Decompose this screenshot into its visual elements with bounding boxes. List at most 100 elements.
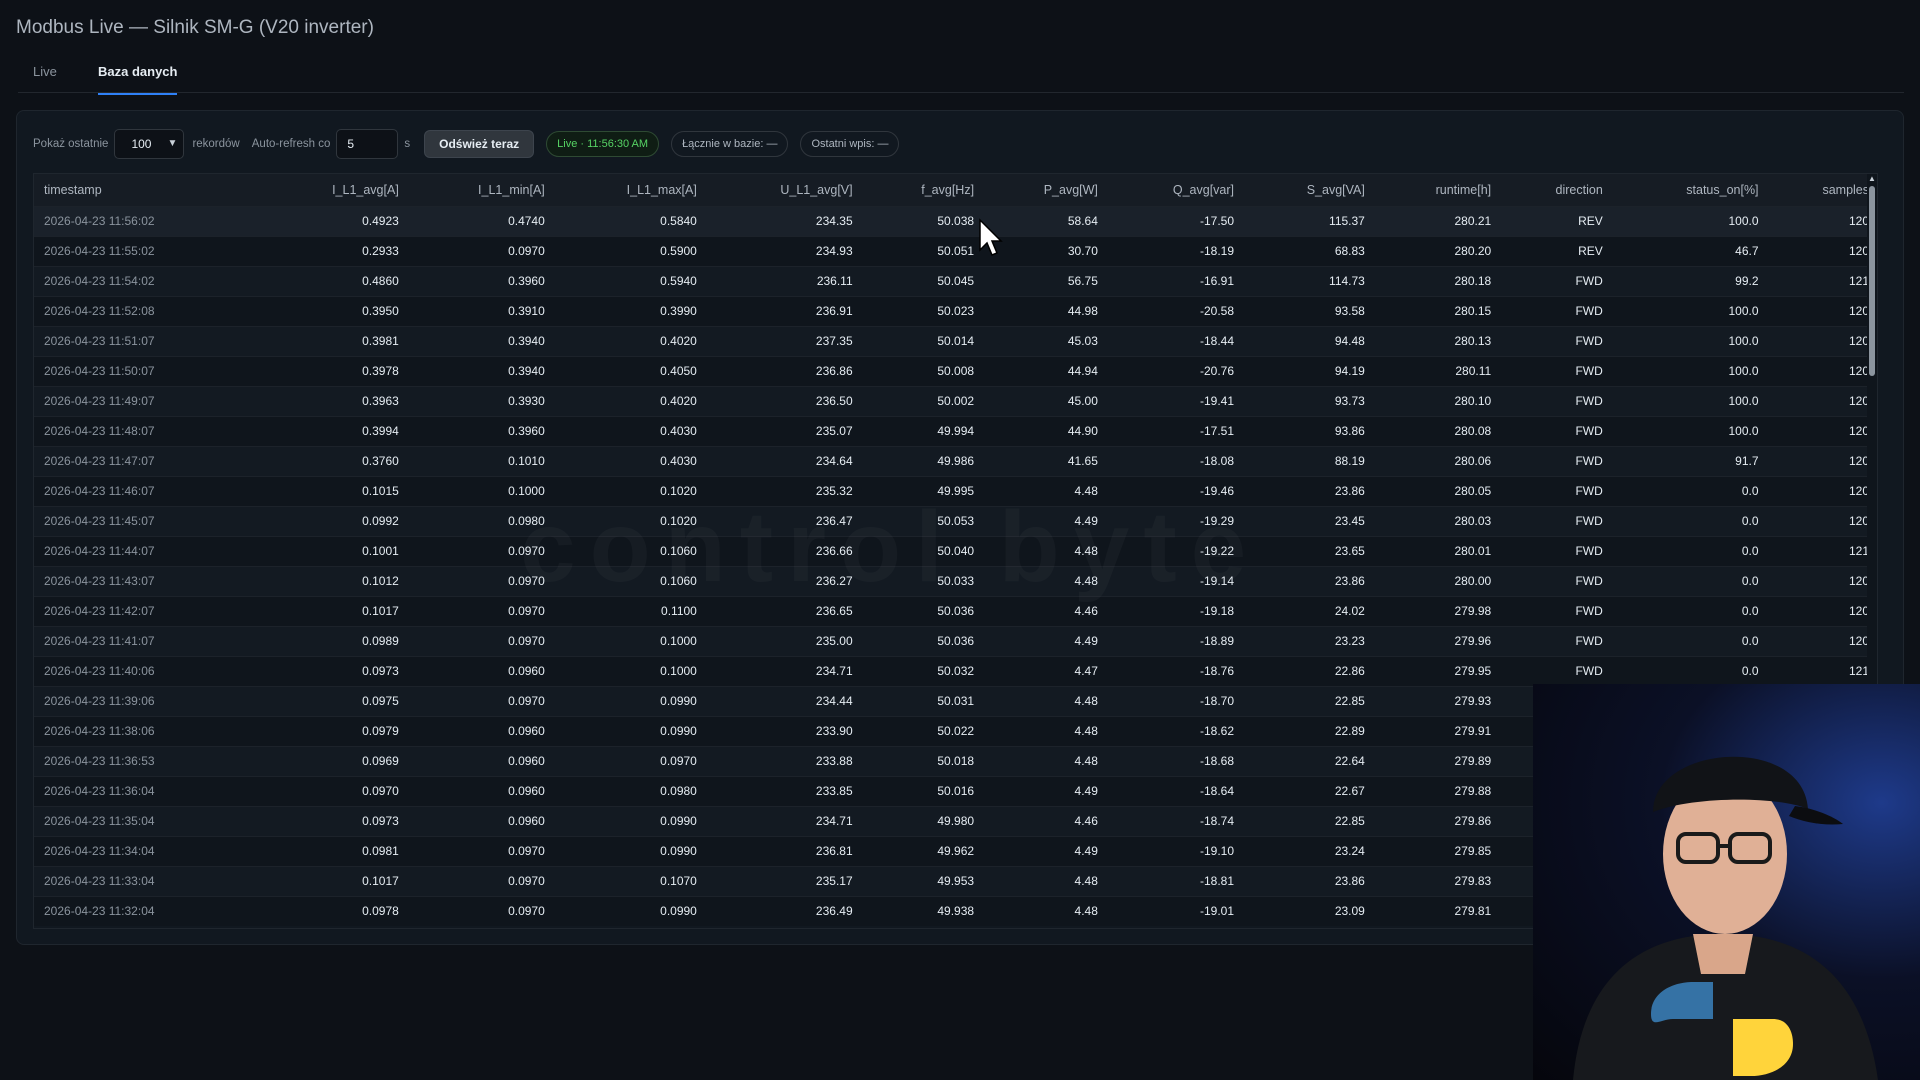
table-cell: 120 — [1766, 235, 1877, 266]
table-cell: 279.81 — [1372, 895, 1500, 926]
table-cell: 4.49 — [982, 505, 1106, 536]
column-header[interactable]: direction — [1499, 174, 1611, 206]
table-cell: 0.0 — [1610, 625, 1767, 656]
column-header[interactable]: f_avg[Hz] — [860, 174, 983, 206]
table-row[interactable]: 2026-04-23 11:41:07 0.0989 0.0970 0.1000 235… — [34, 625, 1877, 656]
table-cell: 2026-04-23 11:36:04 — [34, 775, 261, 806]
table-cell: 236.65 — [704, 595, 861, 626]
table-cell: 0.0960 — [406, 775, 553, 806]
column-header[interactable]: status_on[%] — [1610, 174, 1767, 206]
table-cell: 0.4923 — [260, 205, 407, 236]
table-cell: 236.27 — [704, 565, 861, 596]
table-cell: FWD — [1499, 505, 1611, 536]
table-cell: 121 — [1766, 535, 1877, 566]
table-cell: 0.0990 — [552, 685, 705, 716]
table-cell: FWD — [1499, 535, 1611, 566]
column-header[interactable]: P_avg[W] — [982, 174, 1106, 206]
table-cell: 0.0 — [1610, 475, 1767, 506]
table-cell: -18.62 — [1105, 715, 1243, 746]
table-cell: 2026-04-23 11:42:07 — [34, 595, 261, 626]
table-cell: 279.96 — [1372, 625, 1500, 656]
table-cell: 0.0990 — [552, 715, 705, 746]
column-header[interactable]: I_L1_avg[A] — [260, 174, 407, 206]
records-select[interactable]: 100 ▼ — [114, 129, 185, 159]
table-cell: 234.44 — [704, 685, 861, 716]
table-cell: 236.86 — [704, 355, 861, 386]
table-cell: 0.0970 — [406, 865, 553, 896]
table-cell: 280.08 — [1372, 415, 1500, 446]
table-cell: 121 — [1766, 655, 1877, 686]
table-cell: 0.0970 — [406, 685, 553, 716]
table-cell: 0.4050 — [552, 355, 705, 386]
table-cell: 279.95 — [1372, 655, 1500, 686]
table-cell: 237.35 — [704, 325, 861, 356]
table-cell: 0.1000 — [406, 475, 553, 506]
column-header[interactable]: samples — [1766, 174, 1877, 206]
table-row[interactable]: 2026-04-23 11:54:02 0.4860 0.3960 0.5940 236… — [34, 265, 1877, 296]
table-row[interactable]: 2026-04-23 11:48:07 0.3994 0.3960 0.4030 235… — [34, 415, 1877, 446]
column-header[interactable]: I_L1_max[A] — [552, 174, 705, 206]
column-header[interactable]: S_avg[VA] — [1242, 174, 1373, 206]
column-header[interactable]: U_L1_avg[V] — [704, 174, 861, 206]
table-row[interactable]: 2026-04-23 11:51:07 0.3981 0.3940 0.4020 237… — [34, 325, 1877, 356]
table-row[interactable]: 2026-04-23 11:46:07 0.1015 0.1000 0.1020 235… — [34, 475, 1877, 506]
table-row[interactable]: 2026-04-23 11:44:07 0.1001 0.0970 0.1060 236… — [34, 535, 1877, 566]
table-row[interactable]: 2026-04-23 11:42:07 0.1017 0.0970 0.1100 236… — [34, 595, 1877, 626]
table-cell: 120 — [1766, 295, 1877, 326]
table-cell: 2026-04-23 11:39:06 — [34, 685, 261, 716]
table-cell: REV — [1499, 235, 1611, 266]
table-cell: 0.5840 — [552, 205, 705, 236]
table-row[interactable]: 2026-04-23 11:45:07 0.0992 0.0980 0.1020 236… — [34, 505, 1877, 536]
live-status-badge: Live · 11:56:30 AM — [546, 131, 660, 157]
table-cell: 0.0970 — [406, 625, 553, 656]
show-last-label: Pokaż ostatnie — [33, 138, 109, 150]
table-cell: 4.48 — [982, 745, 1106, 776]
table-cell: 94.19 — [1242, 355, 1373, 386]
table-cell: 280.01 — [1372, 535, 1500, 566]
table-row[interactable]: 2026-04-23 11:43:07 0.1012 0.0970 0.1060 236… — [34, 565, 1877, 596]
table-cell: 0.3960 — [406, 265, 553, 296]
table-cell: 50.036 — [860, 595, 983, 626]
table-cell: 279.83 — [1372, 865, 1500, 896]
table-cell: 0.0 — [1610, 565, 1767, 596]
table-cell: 0.0 — [1610, 535, 1767, 566]
scroll-up-icon[interactable]: ▲ — [1867, 174, 1877, 183]
scrollbar-thumb[interactable] — [1869, 186, 1875, 376]
table-row[interactable]: 2026-04-23 11:47:07 0.3760 0.1010 0.4030 234… — [34, 445, 1877, 476]
table-cell: 23.09 — [1242, 895, 1373, 926]
table-row[interactable]: 2026-04-23 11:40:06 0.0973 0.0960 0.1000 234… — [34, 655, 1877, 686]
table-cell: 0.0960 — [406, 715, 553, 746]
table-row[interactable]: 2026-04-23 11:52:08 0.3950 0.3910 0.3990 236… — [34, 295, 1877, 326]
table-cell: 2026-04-23 11:38:06 — [34, 715, 261, 746]
column-header[interactable]: runtime[h] — [1372, 174, 1500, 206]
table-cell: 100.0 — [1610, 415, 1767, 446]
table-cell: -19.46 — [1105, 475, 1243, 506]
table-row[interactable]: 2026-04-23 11:55:02 0.2933 0.0970 0.5900 234… — [34, 235, 1877, 266]
column-header[interactable]: timestamp — [34, 174, 261, 206]
table-cell: 23.86 — [1242, 865, 1373, 896]
seconds-unit: s — [404, 138, 411, 150]
table-cell: 120 — [1766, 625, 1877, 656]
table-cell: 23.86 — [1242, 475, 1373, 506]
table-cell: 280.10 — [1372, 385, 1500, 416]
table-cell: 120 — [1766, 505, 1877, 536]
table-cell: 0.3963 — [260, 385, 407, 416]
column-header[interactable]: I_L1_min[A] — [406, 174, 553, 206]
table-cell: 0.3990 — [552, 295, 705, 326]
tab-baza-danych[interactable]: Baza danych — [98, 64, 178, 95]
table-cell: 0.1000 — [552, 655, 705, 686]
tab-live[interactable]: Live — [33, 64, 57, 93]
table-cell: 23.24 — [1242, 835, 1373, 866]
autorefresh-input[interactable] — [336, 129, 399, 159]
table-cell: 0.0960 — [406, 655, 553, 686]
table-cell: 49.994 — [860, 415, 983, 446]
table-cell: 280.18 — [1372, 265, 1500, 296]
table-cell: 0.1020 — [552, 505, 705, 536]
table-cell: 0.3960 — [406, 415, 553, 446]
table-row[interactable]: 2026-04-23 11:49:07 0.3963 0.3930 0.4020 236… — [34, 385, 1877, 416]
column-header[interactable]: Q_avg[var] — [1105, 174, 1243, 206]
table-cell: 236.50 — [704, 385, 861, 416]
table-row[interactable]: 2026-04-23 11:56:02 0.4923 0.4740 0.5840 234… — [34, 205, 1877, 236]
table-row[interactable]: 2026-04-23 11:50:07 0.3978 0.3940 0.4050 236… — [34, 355, 1877, 386]
refresh-now-button[interactable]: Odśwież teraz — [424, 130, 535, 158]
